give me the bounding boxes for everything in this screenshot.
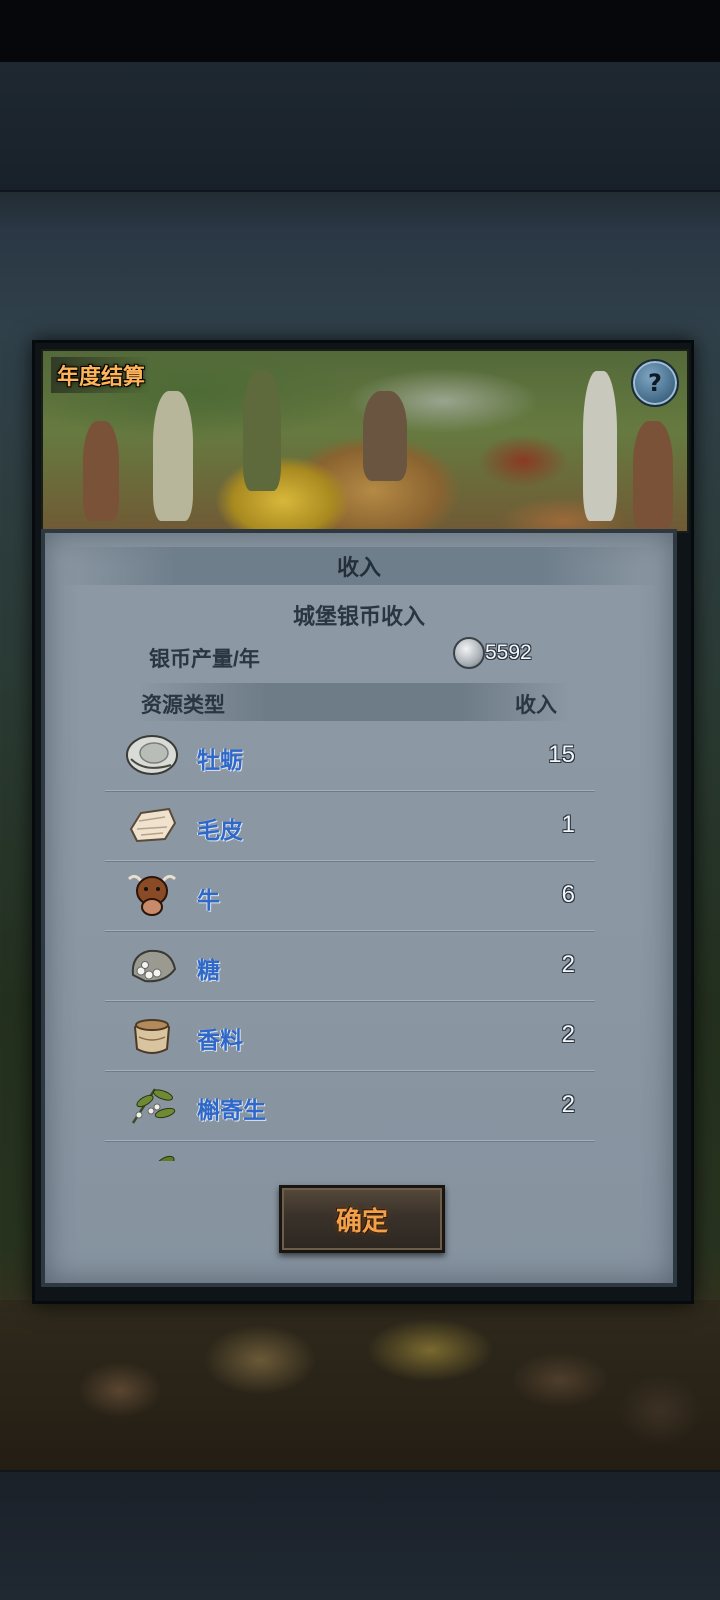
- resource-row: 牡蛎 15: [105, 721, 595, 791]
- section-title: 收入: [55, 547, 663, 585]
- top-band: [0, 62, 720, 192]
- resource-name: 毛皮: [197, 817, 243, 843]
- resource-income: 2: [561, 951, 575, 978]
- column-income: 收入: [515, 694, 557, 717]
- help-icon[interactable]: ?: [631, 359, 679, 407]
- resource-name: 槲寄生: [197, 1097, 266, 1123]
- oyster-icon: [126, 735, 178, 775]
- spice-icon: [133, 1019, 171, 1054]
- bottom-band: [0, 1470, 720, 1600]
- resource-income: 15: [548, 741, 575, 768]
- resource-name: 牡蛎: [197, 747, 243, 773]
- confirm-button[interactable]: 确定: [279, 1185, 445, 1253]
- income-panel: 收入 城堡银币收入 银币产量/年 5592 资源类型 收入 牡蛎 15 毛皮 1…: [41, 529, 677, 1287]
- resource-name: 糖: [197, 957, 220, 983]
- game-screen: 年度结算 ? 收入 城堡银币收入 银币产量/年 5592 资源类型 收入 牡蛎 …: [0, 0, 720, 1600]
- resource-row: 槲寄生 2: [105, 1071, 595, 1141]
- mistletoe-icon: [131, 1088, 176, 1124]
- resource-list[interactable]: 牡蛎 15 毛皮 1 牛 6 糖 2 香料 2 槲寄生 2: [105, 721, 595, 1161]
- resource-row: 糖 2: [105, 931, 595, 1001]
- resource-row: 香料 2: [105, 1001, 595, 1071]
- resource-row: 牛 6: [105, 861, 595, 931]
- resource-row: 花楸 1: [105, 1141, 595, 1161]
- fur-icon: [129, 807, 177, 843]
- sugar-icon: [131, 949, 177, 983]
- harvest-banner-image: 年度结算 ?: [41, 349, 689, 533]
- cow-icon: [127, 874, 177, 916]
- column-resource-type: 资源类型: [141, 694, 225, 717]
- resource-income: 2: [561, 1091, 575, 1118]
- dialog-title: 年度结算: [51, 357, 152, 393]
- income-subtitle: 城堡银币收入: [292, 604, 425, 629]
- resource-name: 香料: [197, 1027, 243, 1053]
- resource-income: 2: [561, 1021, 575, 1048]
- resource-name: 牛: [197, 887, 220, 913]
- annual-settlement-dialog: 年度结算 ? 收入 城堡银币收入 银币产量/年 5592 资源类型 收入 牡蛎 …: [32, 340, 694, 1304]
- production-label: 银币产量/年: [149, 648, 260, 671]
- resource-income: 1: [561, 811, 575, 838]
- rowan-icon: [155, 1155, 175, 1161]
- production-value: 5592: [485, 641, 532, 664]
- resource-income: 6: [561, 881, 575, 908]
- background-crowd-art: [0, 1300, 720, 1470]
- silver-coin-icon: [453, 637, 485, 669]
- resource-row: 毛皮 1: [105, 791, 595, 861]
